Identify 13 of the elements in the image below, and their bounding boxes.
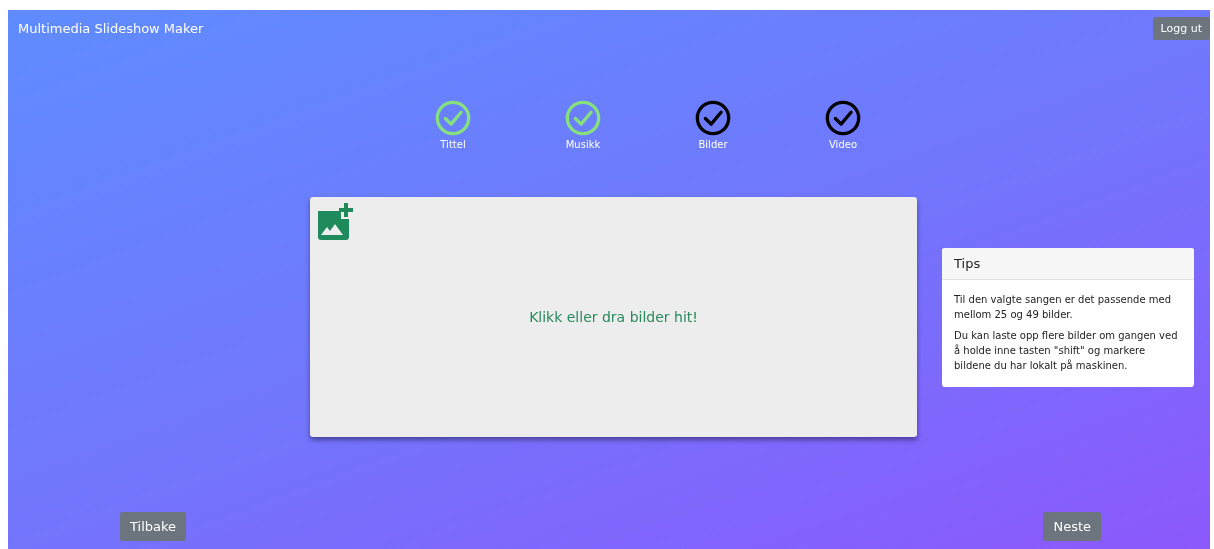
back-button[interactable]: Tilbake — [120, 512, 187, 541]
app-title: Multimedia Slideshow Maker — [18, 21, 204, 36]
step-label: Bilder — [698, 139, 728, 150]
step-label: Video — [829, 139, 857, 150]
tips-title: Tips — [954, 255, 981, 271]
step-label: Musikk — [565, 139, 601, 150]
step-label: Tittel — [440, 139, 466, 150]
tips-text: Til den valgte sangen er det passende med mellom 25 og 49 bilder. — [954, 292, 1173, 322]
dropzone-text: Klikk eller dra bilder hit! — [529, 309, 698, 325]
logout-button[interactable]: Logg ut — [1152, 17, 1210, 40]
image-dropzone[interactable]: Klikk eller dra bilder hit! — [310, 197, 917, 437]
tips-text: Du kan laste opp flere bilder om gangen ved å holde inne tasten "shift" og markere bildene du har lokalt på maskinen. — [954, 328, 1179, 373]
next-button[interactable]: Neste — [1043, 512, 1101, 541]
